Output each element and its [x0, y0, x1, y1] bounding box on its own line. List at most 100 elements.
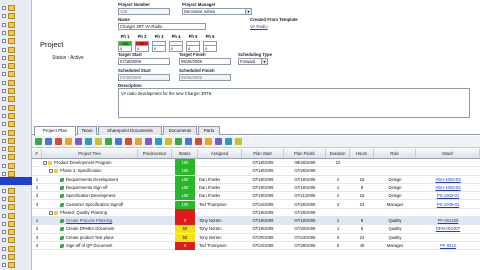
- project-manager-select[interactable]: Decorator Admin ▾: [182, 8, 252, 15]
- expand-toggle-icon[interactable]: [2, 205, 6, 210]
- expand-toggle-icon[interactable]: [2, 221, 6, 226]
- expand-toggle-icon[interactable]: [2, 147, 6, 152]
- gantt-icon[interactable]: [155, 138, 162, 145]
- table-row[interactable]: 3 Create product Test plans 50 Tony Norton 0…: [32, 233, 480, 242]
- expand-toggle-icon[interactable]: [2, 113, 6, 118]
- tree-node[interactable]: [2, 236, 30, 244]
- copy-icon[interactable]: [65, 138, 72, 145]
- cell-attach[interactable]: PF-001255: [416, 217, 480, 225]
- tree-node[interactable]: [2, 203, 30, 211]
- paste-icon[interactable]: [75, 138, 82, 145]
- column-header[interactable]: Attach: [416, 149, 480, 158]
- phase-value-field[interactable]: 0: [169, 45, 183, 52]
- tree-node[interactable]: [2, 228, 30, 236]
- tree-node[interactable]: [2, 37, 30, 45]
- tree-node[interactable]: [2, 54, 30, 62]
- filter-icon[interactable]: [195, 138, 202, 145]
- column-header[interactable]: Project Tree: [42, 149, 138, 158]
- cell-attach[interactable]: [416, 234, 480, 242]
- column-header[interactable]: Hours: [350, 149, 374, 158]
- column-header[interactable]: Duration: [326, 149, 350, 158]
- expand-toggle-icon[interactable]: [2, 64, 6, 69]
- expand-toggle-icon[interactable]: [2, 246, 6, 251]
- help-icon[interactable]: [225, 138, 232, 145]
- expand-toggle-icon[interactable]: [2, 14, 6, 19]
- target-finish-field[interactable]: 09/26/2006: [179, 58, 231, 65]
- table-row[interactable]: 4 Customer Specification Signoff 100 Ted Th…: [32, 200, 480, 209]
- settings-icon[interactable]: [215, 138, 222, 145]
- tab-project-plan[interactable]: Project Plan: [34, 126, 76, 136]
- tab-team[interactable]: Team: [77, 126, 97, 135]
- target-start-field[interactable]: 07/18/2006: [118, 58, 170, 65]
- tree-node[interactable]: [2, 21, 30, 29]
- tree-node[interactable]: [2, 62, 30, 70]
- table-row[interactable]: 2 Requirements Sign-off 100 Dan Fowler 07/19…: [32, 183, 480, 193]
- indent-icon[interactable]: [115, 138, 122, 145]
- tree-node[interactable]: [2, 112, 30, 120]
- tree-node[interactable]: [2, 187, 30, 195]
- tree-node[interactable]: [2, 153, 30, 161]
- save-icon[interactable]: [165, 138, 172, 145]
- zoom-icon[interactable]: [235, 138, 242, 145]
- expand-toggle-icon[interactable]: [2, 39, 6, 44]
- expand-toggle-icon[interactable]: [2, 196, 6, 201]
- cell-attach[interactable]: ABU-1003-03: [416, 176, 480, 184]
- phase-value-field[interactable]: 0: [152, 45, 166, 52]
- tree-node[interactable]: [2, 145, 30, 153]
- cell-attach[interactable]: ABU-1003-04: [416, 184, 480, 192]
- table-row[interactable]: Product Development Program 100 07/18/2006…: [32, 159, 480, 168]
- expand-toggle-icon[interactable]: [2, 55, 6, 60]
- task-icon[interactable]: [105, 138, 112, 145]
- tree-node[interactable]: [2, 104, 30, 112]
- link-icon[interactable]: [145, 138, 152, 145]
- expand-toggle-icon[interactable]: [2, 122, 6, 127]
- expand-toggle-icon[interactable]: [2, 22, 6, 27]
- edit-icon[interactable]: [45, 138, 52, 145]
- expand-toggle-icon[interactable]: [2, 30, 6, 35]
- tree-node[interactable]: [2, 29, 30, 37]
- tree-node[interactable]: [2, 220, 30, 228]
- cell-attach[interactable]: PS-1003-01: [416, 192, 480, 200]
- tree-node[interactable]: [2, 253, 30, 261]
- add-icon[interactable]: [35, 138, 42, 145]
- expand-toggle-icon[interactable]: [2, 72, 6, 77]
- tree-node[interactable]: [2, 95, 30, 103]
- folder-icon[interactable]: [95, 138, 102, 145]
- table-row[interactable]: 1 Requirements Development 100 Dan Fowler 07…: [32, 175, 480, 184]
- cell-name[interactable]: Create Process Planning: [42, 217, 138, 225]
- table-row[interactable]: Phase 1: Specification 100 07/18/2006 07/26…: [32, 167, 480, 176]
- column-header[interactable]: Role: [374, 149, 416, 158]
- tree-node[interactable]: [2, 212, 30, 220]
- table-row[interactable]: Phase2: Quality Planning 07/18/2006 07/28/…: [32, 208, 480, 218]
- refresh-icon[interactable]: [185, 138, 192, 145]
- cell-attach[interactable]: [416, 209, 480, 217]
- expand-toggle-icon[interactable]: [2, 238, 6, 243]
- expand-toggle-icon[interactable]: [2, 230, 6, 235]
- column-header[interactable]: Assigned: [198, 149, 242, 158]
- expand-toggle-icon[interactable]: [2, 138, 6, 143]
- description-textarea[interactable]: VA radio development for the new Charger…: [118, 88, 470, 118]
- outdent-icon[interactable]: [125, 138, 132, 145]
- calendar-icon[interactable]: [135, 138, 142, 145]
- tree-node[interactable]: [2, 120, 30, 128]
- expand-toggle-icon[interactable]: [2, 213, 6, 218]
- expand-toggle-icon[interactable]: [2, 80, 6, 85]
- tree-node[interactable]: [2, 261, 30, 269]
- phase-value-field[interactable]: 0: [203, 45, 217, 52]
- cut-icon[interactable]: [55, 138, 62, 145]
- expand-toggle-icon[interactable]: [2, 6, 6, 10]
- expand-toggle-icon[interactable]: [2, 172, 6, 176]
- tree-node[interactable]: [2, 129, 30, 137]
- expand-toggle-icon[interactable]: [2, 89, 6, 93]
- table-row[interactable]: 2 Create DFMEA Document 50 Tony Norton 07/19…: [32, 225, 480, 234]
- tree-node[interactable]: [2, 137, 30, 145]
- cell-attach[interactable]: PS-1005-01: [416, 201, 480, 209]
- expand-toggle-icon[interactable]: [2, 188, 6, 193]
- table-row[interactable]: 1 Create Process Planning 0 Tony Norton 07/1…: [32, 217, 480, 226]
- cell-attach[interactable]: PF-0012: [416, 242, 480, 250]
- column-header[interactable]: Plan Finish: [284, 149, 326, 158]
- tree-node[interactable]: [2, 12, 30, 20]
- print-icon[interactable]: [175, 138, 182, 145]
- expand-toggle-icon[interactable]: [2, 163, 6, 168]
- expand-toggle-icon[interactable]: [2, 47, 6, 52]
